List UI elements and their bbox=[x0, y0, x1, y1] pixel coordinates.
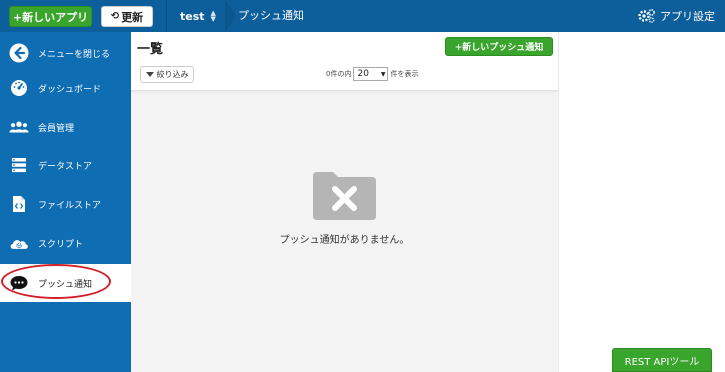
app-settings-link[interactable]: アプリ設定 bbox=[638, 0, 715, 32]
sidebar-item-label: 会員管理 bbox=[38, 123, 75, 134]
sidebar-item-datastore[interactable]: データストア bbox=[0, 146, 131, 184]
empty-folder-icon bbox=[313, 172, 376, 220]
main-content: 一覧 +新しいプッシュ通知 絞り込み 0件の内 20 ▼ 件を表示 プッシュ通知… bbox=[131, 32, 558, 372]
datastore-icon bbox=[9, 155, 29, 175]
gear-icon bbox=[638, 9, 655, 23]
refresh-button[interactable]: ⟲ 更新 bbox=[101, 6, 153, 27]
top-bar: +新しいアプリ ⟲ 更新 test ▲ ▼ プッシュ通知 アプリ設定 bbox=[0, 0, 725, 32]
sidebar-item-label: スクリプト bbox=[38, 239, 84, 250]
per-page-value: 20 bbox=[357, 69, 369, 79]
right-panel bbox=[558, 32, 725, 372]
sidebar-item-close-menu[interactable]: メニューを閉じる bbox=[0, 34, 131, 72]
sidebar-item-label: ファイルストア bbox=[38, 200, 102, 211]
cloud-gear-icon bbox=[9, 233, 29, 253]
empty-message: プッシュ通知がありません。 bbox=[279, 235, 410, 246]
new-app-button[interactable]: +新しいアプリ bbox=[9, 6, 92, 27]
page-title: 一覧 bbox=[137, 42, 164, 57]
arrow-left-icon bbox=[9, 43, 29, 63]
count-prefix: 0件の内 bbox=[326, 70, 352, 78]
funnel-icon bbox=[145, 72, 154, 77]
sidebar: メニューを閉じる ダッシュボード 会員管理 データストア ファイルストア スクリ… bbox=[0, 32, 131, 372]
updown-caret-icon: ▲ ▼ bbox=[210, 9, 216, 23]
sidebar-item-label: データストア bbox=[38, 161, 93, 172]
sidebar-item-push-notification[interactable]: プッシュ通知 bbox=[0, 264, 131, 302]
empty-state: プッシュ通知がありません。 bbox=[131, 172, 558, 252]
breadcrumb-separator bbox=[225, 0, 236, 32]
sidebar-item-filestore[interactable]: ファイルストア bbox=[0, 185, 131, 223]
app-name: test bbox=[180, 9, 205, 23]
file-icon bbox=[9, 194, 29, 214]
per-page-select[interactable]: 20 ▼ bbox=[353, 67, 389, 81]
list-header: 一覧 +新しいプッシュ通知 絞り込み 0件の内 20 ▼ 件を表示 bbox=[131, 32, 558, 91]
sidebar-item-members[interactable]: 会員管理 bbox=[0, 108, 131, 146]
new-push-notification-button[interactable]: +新しいプッシュ通知 bbox=[445, 37, 553, 56]
sidebar-item-dashboard[interactable]: ダッシュボード bbox=[0, 69, 131, 107]
sidebar-item-label: メニューを閉じる bbox=[38, 49, 111, 60]
topbar-divider bbox=[166, 0, 167, 32]
chat-bubble-icon bbox=[9, 273, 29, 293]
sidebar-item-label: ダッシュボード bbox=[38, 84, 102, 95]
app-switcher[interactable]: test ▲ ▼ bbox=[180, 0, 216, 32]
rest-api-tool-button[interactable]: REST APIツール bbox=[612, 348, 712, 372]
breadcrumb-current: プッシュ通知 bbox=[238, 9, 304, 22]
paging-info: 0件の内 20 ▼ 件を表示 bbox=[326, 65, 418, 83]
chevron-down-icon: ▼ bbox=[380, 70, 386, 78]
filter-button[interactable]: 絞り込み bbox=[140, 66, 194, 83]
count-suffix: 件を表示 bbox=[390, 70, 419, 78]
filter-label: 絞り込み bbox=[156, 70, 189, 79]
users-icon bbox=[9, 117, 29, 137]
refresh-label: 更新 bbox=[121, 10, 144, 24]
sidebar-item-script[interactable]: スクリプト bbox=[0, 224, 131, 262]
app-settings-label: アプリ設定 bbox=[660, 10, 715, 23]
refresh-icon: ⟲ bbox=[110, 11, 119, 22]
dashboard-gauge-icon bbox=[9, 78, 29, 98]
sidebar-item-label: プッシュ通知 bbox=[38, 279, 93, 290]
